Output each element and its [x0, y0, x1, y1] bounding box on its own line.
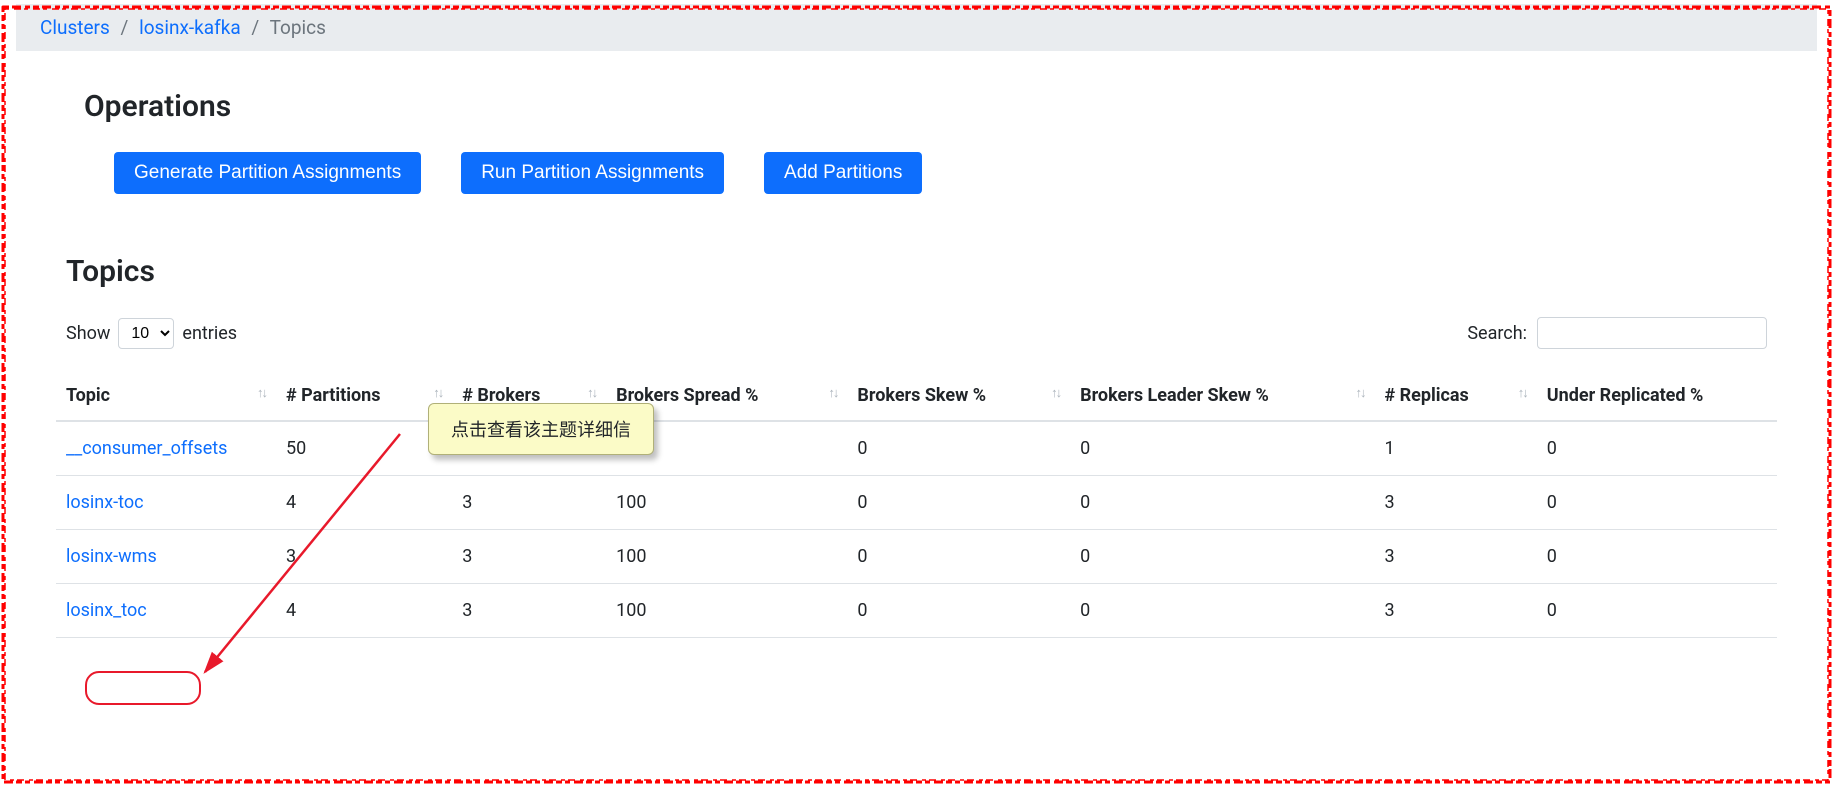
cell-skew: 0: [847, 584, 1070, 638]
show-label-suffix: entries: [182, 323, 237, 344]
cell-replicas: 3: [1374, 530, 1536, 584]
cell-replicas: 3: [1374, 476, 1536, 530]
add-partitions-button[interactable]: Add Partitions: [764, 152, 922, 194]
cell-skew: 0: [847, 421, 1070, 476]
breadcrumb-clusters-link[interactable]: Clusters: [40, 16, 110, 39]
cell-brokers: 3: [452, 476, 606, 530]
cell-spread: 100: [606, 530, 847, 584]
topic-link[interactable]: __consumer_offsets: [66, 438, 227, 459]
cell-under-replicated: 0: [1537, 476, 1777, 530]
topic-link[interactable]: losinx_toc: [66, 600, 147, 621]
sort-icon: ↑↓: [1518, 385, 1527, 401]
cell-brokers: 3: [452, 530, 606, 584]
topics-title: Topics: [66, 254, 1777, 289]
show-label-prefix: Show: [66, 323, 110, 344]
operations-title: Operations: [84, 89, 1777, 124]
cell-leader-skew: 0: [1070, 476, 1374, 530]
generate-partition-assignments-button[interactable]: Generate Partition Assignments: [114, 152, 421, 194]
cell-partitions: 4: [276, 584, 452, 638]
sort-icon: ↑↓: [828, 385, 837, 401]
cell-leader-skew: 0: [1070, 421, 1374, 476]
table-row: __consumer_offsets5031000010: [56, 421, 1777, 476]
search-label: Search:: [1467, 323, 1527, 344]
cell-under-replicated: 0: [1537, 421, 1777, 476]
sort-icon: ↑↓: [257, 385, 266, 401]
table-row: losinx-wms331000030: [56, 530, 1777, 584]
col-skew[interactable]: Brokers Skew %↑↓: [847, 371, 1070, 421]
cell-partitions: 3: [276, 530, 452, 584]
col-under-replicated[interactable]: Under Replicated %: [1537, 371, 1777, 421]
topic-link[interactable]: losinx-toc: [66, 492, 144, 513]
page-size-select[interactable]: 10: [118, 318, 174, 349]
cell-under-replicated: 0: [1537, 530, 1777, 584]
search-input[interactable]: [1537, 317, 1767, 349]
breadcrumb-sep: /: [115, 16, 135, 39]
operations-buttons: Generate Partition Assignments Run Parti…: [56, 152, 1777, 194]
cell-leader-skew: 0: [1070, 530, 1374, 584]
topics-table: Topic↑↓ # Partitions↑↓ # Brokers↑↓ Broke…: [56, 371, 1777, 638]
cell-brokers: 3: [452, 584, 606, 638]
breadcrumb-current: Topics: [270, 16, 326, 39]
breadcrumb: Clusters / losinx-kafka / Topics: [16, 4, 1817, 51]
col-partitions[interactable]: # Partitions↑↓: [276, 371, 452, 421]
col-topic[interactable]: Topic↑↓: [56, 371, 276, 421]
col-leader-skew[interactable]: Brokers Leader Skew %↑↓: [1070, 371, 1374, 421]
annotation-callout: 点击查看该主题详细信: [428, 403, 654, 455]
cell-replicas: 3: [1374, 584, 1536, 638]
topic-link[interactable]: losinx-wms: [66, 546, 157, 567]
sort-icon: ↑↓: [1355, 385, 1364, 401]
sort-icon: ↑↓: [1051, 385, 1060, 401]
breadcrumb-sep: /: [245, 16, 265, 39]
sort-icon: ↑↓: [433, 385, 442, 401]
sort-icon: ↑↓: [587, 385, 596, 401]
cell-spread: 100: [606, 476, 847, 530]
cell-leader-skew: 0: [1070, 584, 1374, 638]
annotation-highlight-oval: [85, 671, 201, 705]
table-row: losinx-toc431000030: [56, 476, 1777, 530]
col-replicas[interactable]: # Replicas↑↓: [1374, 371, 1536, 421]
cell-skew: 0: [847, 530, 1070, 584]
cell-spread: 100: [606, 584, 847, 638]
table-row: losinx_toc431000030: [56, 584, 1777, 638]
cell-partitions: 50: [276, 421, 452, 476]
cell-skew: 0: [847, 476, 1070, 530]
cell-partitions: 4: [276, 476, 452, 530]
cell-replicas: 1: [1374, 421, 1536, 476]
run-partition-assignments-button[interactable]: Run Partition Assignments: [461, 152, 724, 194]
breadcrumb-cluster-link[interactable]: losinx-kafka: [139, 16, 241, 39]
cell-under-replicated: 0: [1537, 584, 1777, 638]
